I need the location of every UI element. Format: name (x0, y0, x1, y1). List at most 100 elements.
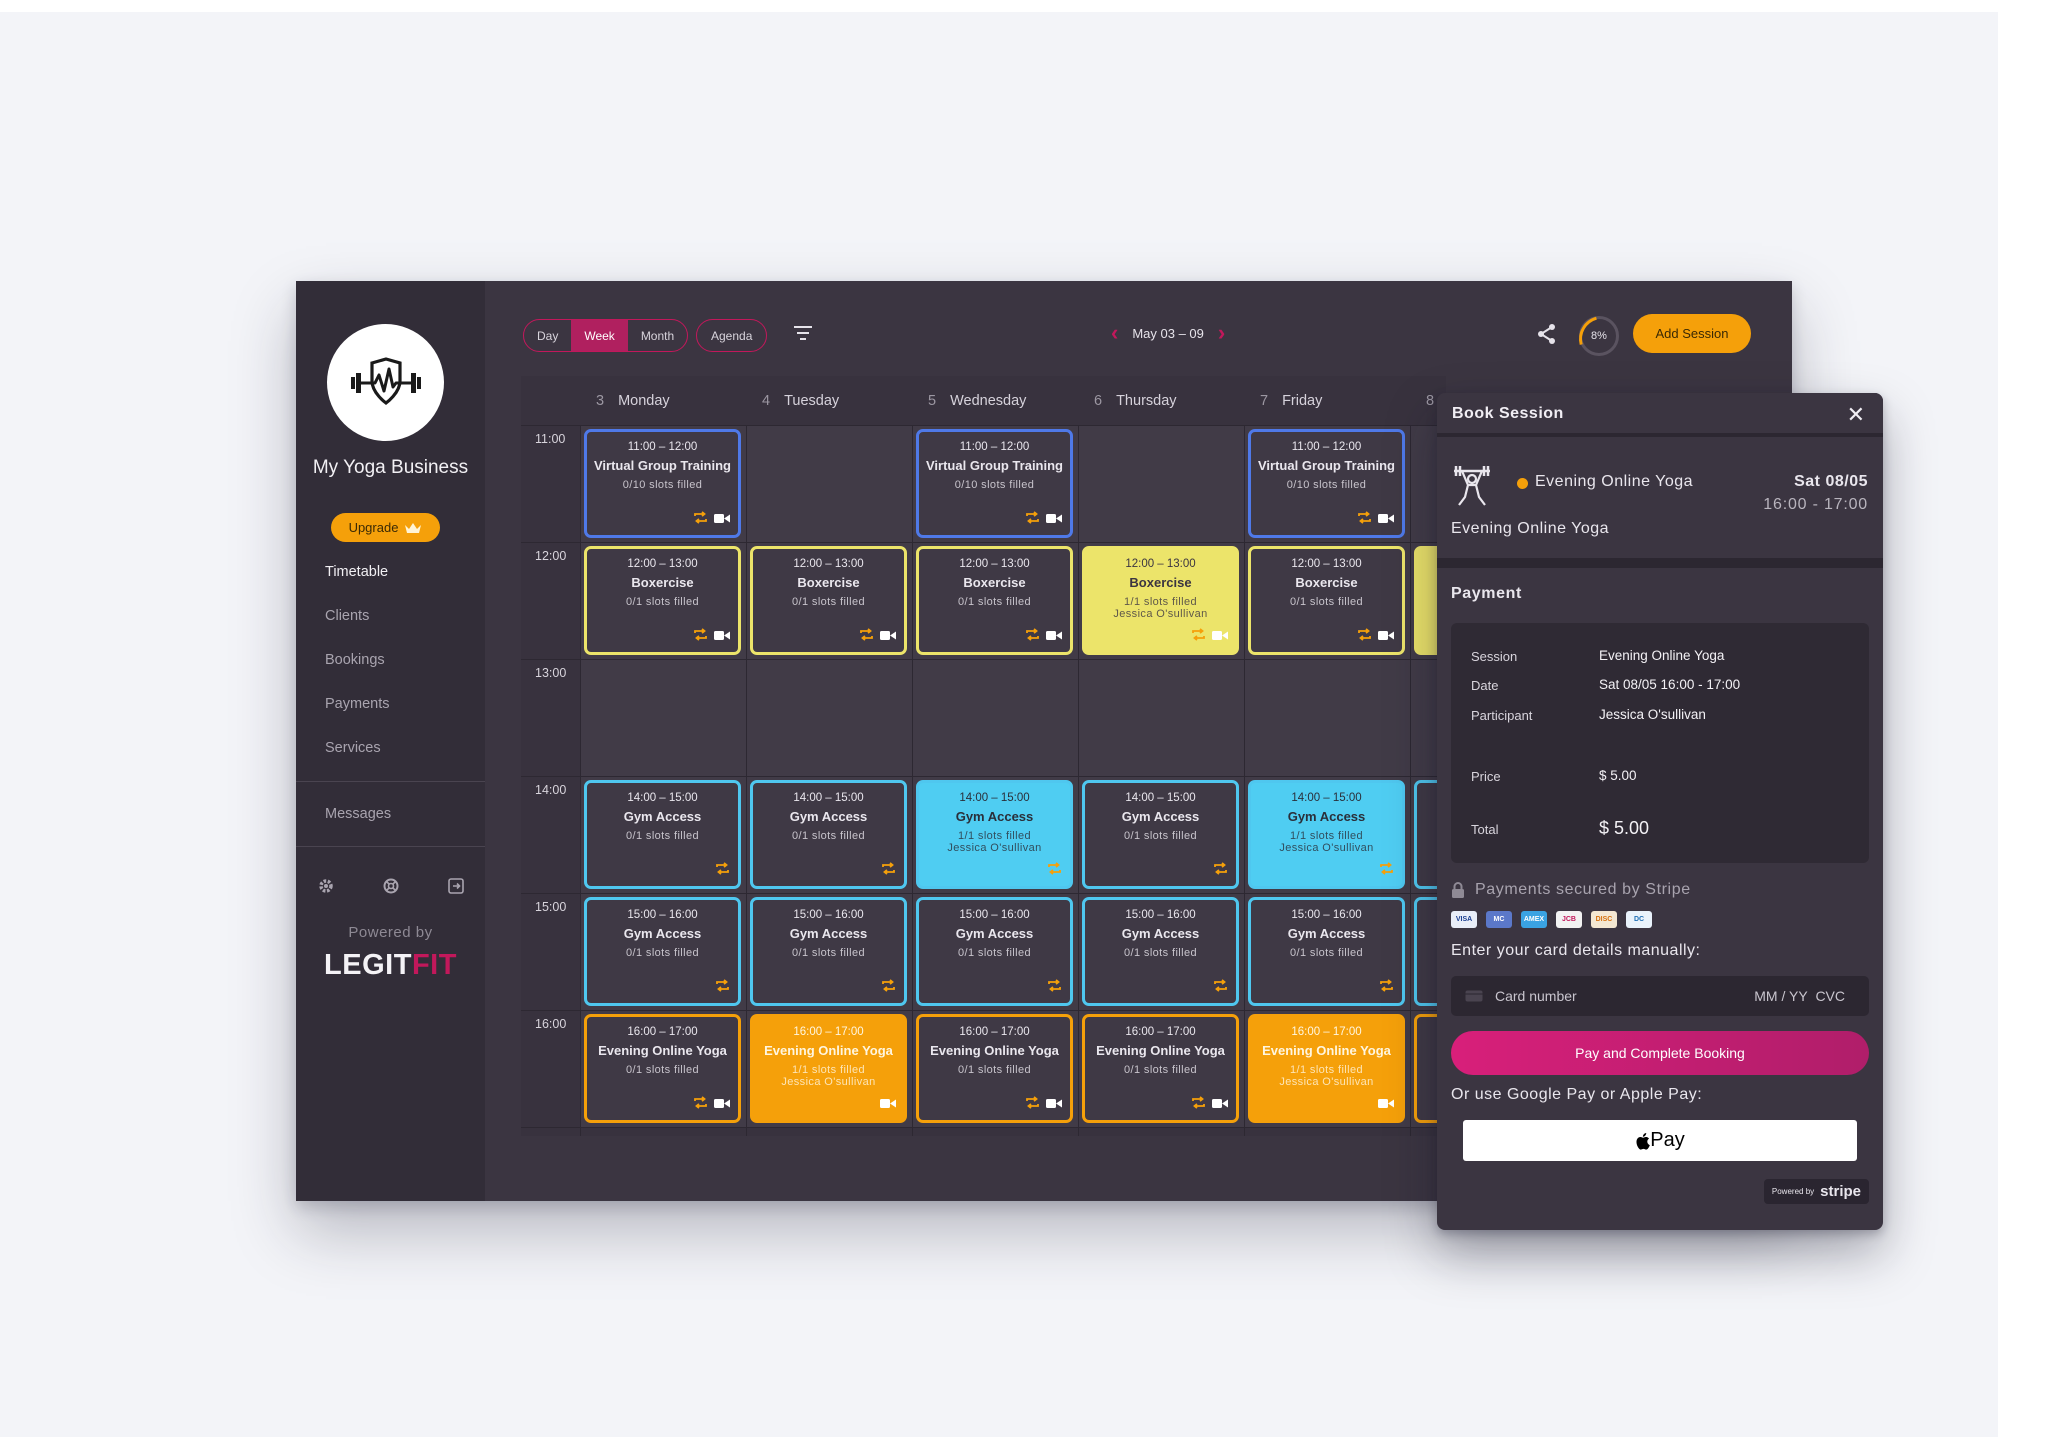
event-icon-group (693, 511, 730, 529)
event-title: Gym Access (1287, 926, 1366, 941)
calendar-cell[interactable] (1245, 660, 1410, 776)
filter-icon[interactable] (794, 326, 812, 340)
session-event-card[interactable]: 16:00 – 17:00 Evening Online Yoga 0/1 slot… (1082, 1014, 1239, 1123)
event-slots: 0/10 slots filled (622, 479, 703, 491)
session-event-card[interactable]: 14:00 – 15:00 Gym Access 0/1 slots filled (750, 780, 907, 889)
session-event-card[interactable]: 14:00 – 15:00 Gym Access 1/1 slots filled J… (1248, 780, 1405, 889)
repeat-icon (859, 628, 874, 646)
session-event-card[interactable]: 12:00 – 13:00 Boxercise 0/1 slots filled (584, 546, 741, 655)
event-title: Gym Access (623, 926, 702, 941)
share-icon[interactable] (1537, 323, 1557, 345)
calendar-cell[interactable] (747, 660, 912, 776)
session-event-card[interactable]: 12:00 – 13:00 Boxercise 0/1 slots filled (916, 546, 1073, 655)
calendar-cell[interactable] (581, 660, 746, 776)
date-range-label[interactable]: May 03 – 09 (1132, 326, 1204, 341)
card-brand-list: VISA MC AMEX JCB DISC DC (1451, 911, 1652, 928)
add-session-button[interactable]: Add Session (1633, 314, 1751, 353)
next-week-button[interactable]: › (1218, 322, 1225, 344)
event-slots: 1/1 slots filled (1289, 1064, 1364, 1076)
repeat-icon (1213, 862, 1228, 880)
session-event-card[interactable]: 11:00 – 12:00 Virtual Group Training 0/10 … (916, 429, 1073, 538)
nav-clients[interactable]: Clients (325, 608, 369, 624)
grid-column-line (1078, 426, 1079, 1136)
session-event-card[interactable]: 12:00 – 13:00 Boxercise 1/1 slots filled Je… (1082, 546, 1239, 655)
event-slots: 1/1 slots filled (957, 830, 1032, 842)
calendar-cell[interactable] (913, 660, 1078, 776)
event-participant: Jessica O'sullivan (947, 842, 1042, 854)
session-event-card[interactable]: 16:00 – 17:00 Evening Online Yoga 0/1 slot… (916, 1014, 1073, 1123)
session-event-card[interactable]: 15:00 – 16:00 Gym Access 0/1 slots filled (1248, 897, 1405, 1006)
apple-icon (1636, 1132, 1651, 1150)
logout-icon[interactable] (446, 876, 466, 896)
view-day-button[interactable]: Day (524, 320, 571, 351)
card-expiry-placeholder[interactable]: MM / YY (1754, 988, 1807, 1004)
grid-column-line (580, 426, 581, 1136)
day-name: Wednesday (950, 393, 1027, 409)
event-time: 12:00 – 13:00 (1125, 558, 1196, 570)
prev-week-button[interactable]: ‹ (1111, 322, 1118, 344)
repeat-icon (693, 628, 708, 646)
summary-session-value: Evening Online Yoga (1599, 648, 1725, 663)
card-cvc-placeholder[interactable]: CVC (1815, 988, 1845, 1004)
session-event-card[interactable]: 15:00 – 16:00 Gym Access 0/1 slots filled (750, 897, 907, 1006)
upgrade-button[interactable]: Upgrade (331, 513, 440, 542)
day-header[interactable]: 3 Monday (596, 376, 670, 426)
secured-label: Payments secured by Stripe (1475, 881, 1691, 898)
nav-bookings[interactable]: Bookings (325, 652, 385, 668)
session-event-card[interactable]: 12:00 – 13:00 Boxercise 0/1 slots filled (1248, 546, 1405, 655)
card-number-field[interactable]: Card number MM / YY CVC (1451, 976, 1869, 1016)
event-icon-group (1378, 1096, 1394, 1114)
agenda-button[interactable]: Agenda (696, 319, 768, 352)
video-camera-icon (714, 628, 730, 646)
session-event-card[interactable]: 16:00 – 17:00 Evening Online Yoga 1/1 slot… (1248, 1014, 1405, 1123)
event-slots: 1/1 slots filled (1123, 596, 1198, 608)
apple-pay-button[interactable]: Pay (1463, 1120, 1857, 1161)
event-title: Gym Access (955, 809, 1034, 824)
session-event-card[interactable]: 14:00 – 15:00 Gym Access 1/1 slots filled J… (916, 780, 1073, 889)
nav-messages[interactable]: Messages (325, 806, 391, 822)
time-slot-label: 16:00 (535, 1017, 567, 1031)
gear-icon[interactable] (316, 876, 336, 896)
day-number: 4 (762, 393, 771, 409)
close-button[interactable]: ✕ (1847, 402, 1865, 428)
capacity-progress-ring: 8% (1579, 316, 1619, 356)
event-time: 16:00 – 17:00 (959, 1026, 1030, 1038)
support-icon[interactable] (381, 876, 401, 896)
event-slots: 0/1 slots filled (625, 596, 700, 608)
event-time: 14:00 – 15:00 (793, 792, 864, 804)
calendar-cell[interactable] (747, 426, 912, 542)
day-number: 3 (596, 393, 605, 409)
pay-and-complete-button[interactable]: Pay and Complete Booking (1451, 1031, 1869, 1075)
video-camera-icon (1212, 628, 1228, 646)
panel-title: Book Session (1452, 405, 1564, 422)
session-event-card[interactable]: 16:00 – 17:00 Evening Online Yoga 0/1 slot… (584, 1014, 741, 1123)
event-title: Boxercise (963, 575, 1026, 590)
calendar-cell[interactable] (1079, 660, 1244, 776)
nav-services[interactable]: Services (325, 740, 381, 756)
day-header[interactable]: 4 Tuesday (762, 376, 839, 426)
session-event-card[interactable]: 15:00 – 16:00 Gym Access 0/1 slots filled (1082, 897, 1239, 1006)
event-time: 11:00 – 12:00 (627, 441, 698, 453)
repeat-icon (881, 979, 896, 997)
session-event-card[interactable]: 14:00 – 15:00 Gym Access 0/1 slots filled (584, 780, 741, 889)
session-event-card[interactable]: 15:00 – 16:00 Gym Access 0/1 slots filled (916, 897, 1073, 1006)
session-event-card[interactable]: 14:00 – 15:00 Gym Access 0/1 slots filled (1082, 780, 1239, 889)
session-event-card[interactable]: 12:00 – 13:00 Boxercise 0/1 slots filled (750, 546, 907, 655)
session-event-card[interactable]: 11:00 – 12:00 Virtual Group Training 0/10 … (1248, 429, 1405, 538)
nav-payments[interactable]: Payments (325, 696, 389, 712)
session-event-card[interactable]: 16:00 – 17:00 Evening Online Yoga 1/1 slot… (750, 1014, 907, 1123)
day-header[interactable]: 7 Friday (1260, 376, 1322, 426)
session-event-card[interactable]: 11:00 – 12:00 Virtual Group Training 0/10 … (584, 429, 741, 538)
week-calendar: 3 Monday 4 Tuesday 5 Wednesday 6 Thursday 7 Frida… (521, 376, 1446, 1136)
summary-date-key: Date (1471, 678, 1499, 693)
session-event-card[interactable]: 15:00 – 16:00 Gym Access 0/1 slots filled (584, 897, 741, 1006)
nav-timetable[interactable]: Timetable (325, 564, 388, 580)
day-header[interactable]: 6 Thursday (1094, 376, 1177, 426)
view-week-button[interactable]: Week (571, 320, 628, 351)
calendar-cell[interactable] (1079, 426, 1244, 542)
repeat-icon (1191, 628, 1206, 646)
day-header[interactable]: 5 Wednesday (928, 376, 1026, 426)
view-month-button[interactable]: Month (628, 320, 687, 351)
business-logo[interactable] (327, 324, 444, 441)
event-icon-group (880, 1096, 896, 1114)
